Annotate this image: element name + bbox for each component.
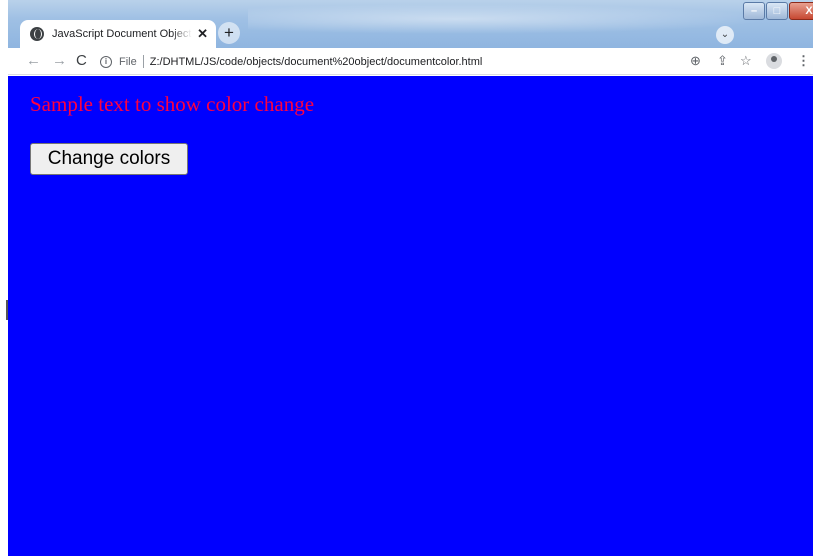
minimize-button[interactable]: – [743,2,765,20]
globe-icon [30,27,44,41]
sample-text: Sample text to show color change [30,92,315,116]
bookmark-star-icon[interactable]: ☆ [740,53,752,69]
back-button[interactable]: ← [26,52,41,70]
browser-window: JavaScript Document Object Exa ✕ + ⌄ – □… [8,0,813,556]
tab-search-button[interactable]: ⌄ [716,26,734,44]
url-text[interactable]: Z:/DHTML/JS/code/objects/document%20obje… [150,56,483,68]
info-icon[interactable]: i [100,55,112,68]
forward-button[interactable]: → [52,52,67,70]
change-colors-button[interactable]: Change colors [30,143,188,175]
share-icon[interactable]: ⇪ [717,53,728,69]
reload-button[interactable]: C [76,52,87,70]
address-separator [142,55,144,68]
tab-active[interactable]: JavaScript Document Object Exa ✕ [20,20,216,48]
scheme-label: File [119,55,137,68]
profile-icon[interactable] [766,53,782,69]
menu-icon[interactable]: ⋮ [797,53,810,69]
maximize-button[interactable]: □ [766,2,788,20]
zoom-icon[interactable]: ⊕ [690,53,701,69]
tab-title: JavaScript Document Object Exa [52,28,192,40]
desktop-edge [0,0,8,556]
title-bar: JavaScript Document Object Exa ✕ + ⌄ – □… [8,0,813,48]
page-viewport: Sample text to show color change Change … [8,76,813,556]
tab-close-icon[interactable]: ✕ [197,26,208,42]
browser-toolbar: ← → C i File Z:/DHTML/JS/code/objects/do… [8,48,813,75]
new-tab-button[interactable]: + [218,22,240,44]
close-window-button[interactable]: X [789,2,813,20]
window-controls: – □ X [742,2,813,20]
